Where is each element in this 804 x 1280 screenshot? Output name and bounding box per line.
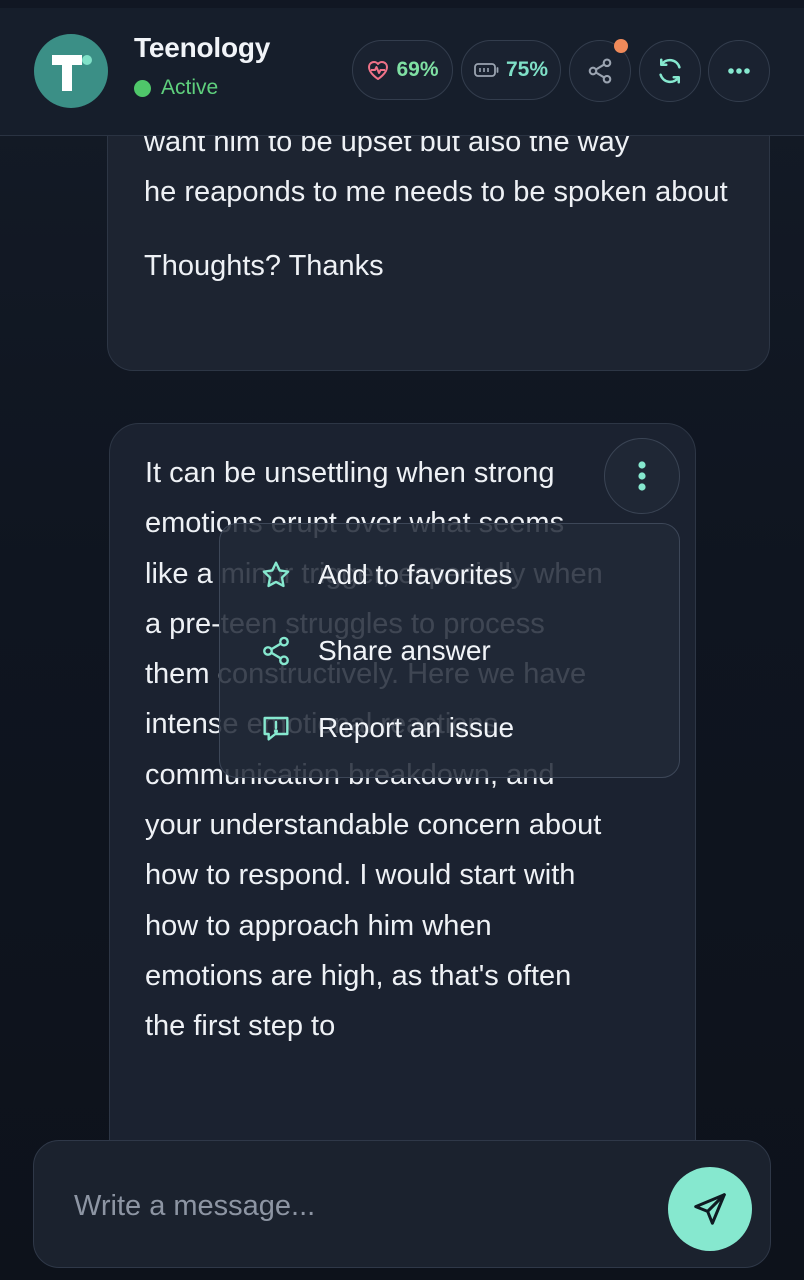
teenology-logo-icon — [52, 55, 92, 91]
message-options-button[interactable] — [604, 438, 680, 514]
health-percent: 69% — [396, 58, 439, 81]
header-share-button[interactable] — [569, 39, 631, 102]
battery-percent: 75% — [505, 58, 549, 81]
message-composer — [33, 1140, 771, 1268]
more-vertical-icon — [638, 461, 646, 491]
user-message-paragraph-2: Thoughts? Thanks — [144, 250, 384, 282]
health-stat-pill[interactable]: 69% — [352, 40, 453, 100]
status-dot — [134, 79, 151, 97]
refresh-button[interactable] — [639, 40, 701, 102]
more-horizontal-icon — [728, 68, 750, 74]
user-message-text: want him to be upset but also the way he… — [144, 117, 744, 291]
menu-item-add-to-favorites[interactable]: Add to favorites — [260, 547, 513, 603]
menu-item-label: Add to favorites — [318, 559, 513, 590]
menu-item-share-answer[interactable]: Share answer — [260, 623, 491, 679]
status-text: Active — [161, 76, 219, 99]
user-message-paragraph: he reaponds to me needs to be spoken abo… — [144, 176, 728, 208]
send-icon — [694, 1193, 726, 1225]
status-indicator: Active — [134, 76, 218, 100]
message-context-menu: Add to favorites Share answer Report an … — [219, 523, 680, 778]
heart-pulse-icon — [368, 61, 389, 80]
send-button[interactable] — [668, 1167, 752, 1251]
avatar[interactable] — [34, 34, 108, 108]
refresh-icon — [659, 58, 681, 84]
star-icon — [262, 561, 290, 588]
menu-item-report-issue[interactable]: Report an issue — [260, 700, 514, 756]
report-icon — [263, 716, 289, 741]
more-options-button[interactable] — [708, 40, 770, 102]
menu-item-label: Share answer — [318, 635, 491, 666]
battery-stat-pill[interactable]: 75% — [461, 40, 561, 100]
chat-header: Teenology Active 69% 75% — [0, 0, 804, 136]
app-name: Teenology — [134, 32, 271, 63]
share-icon — [588, 58, 612, 84]
menu-item-label: Report an issue — [318, 712, 515, 743]
notification-dot — [614, 39, 628, 53]
message-input[interactable] — [72, 1175, 656, 1237]
share-icon — [263, 636, 289, 666]
battery-icon — [474, 63, 499, 77]
